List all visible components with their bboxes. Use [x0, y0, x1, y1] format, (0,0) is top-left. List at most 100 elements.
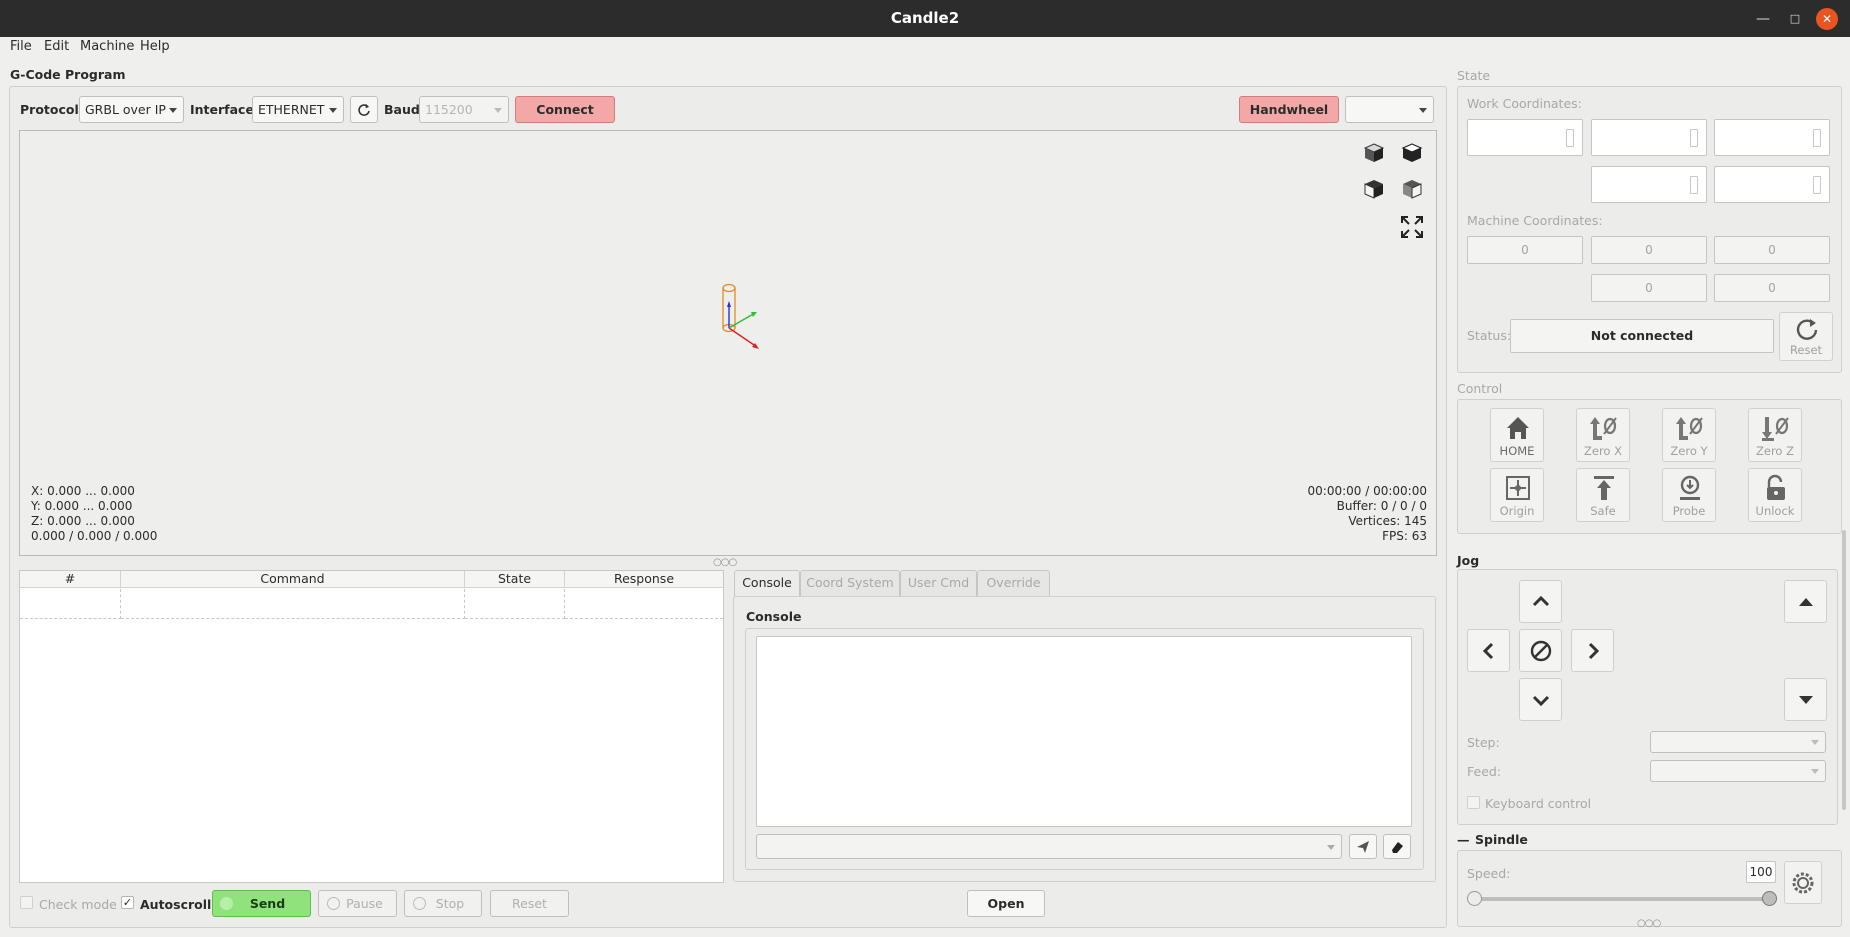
- tab-console[interactable]: Console: [734, 570, 800, 597]
- jog-z-plus-button[interactable]: [1784, 580, 1827, 623]
- origin-button[interactable]: Origin: [1490, 468, 1544, 522]
- unlock-icon: [1767, 474, 1785, 500]
- fit-view-icon[interactable]: [1398, 213, 1426, 241]
- chevron-up-icon: [1532, 595, 1550, 607]
- interface-label: Interface:: [190, 102, 259, 117]
- send-command-button[interactable]: [1349, 834, 1377, 859]
- size-text: 0.000 / 0.000 / 0.000: [31, 529, 158, 543]
- jog-stop-button[interactable]: [1519, 629, 1562, 672]
- spindle-collapse-icon[interactable]: —: [1457, 832, 1470, 847]
- zero-x-icon: [1590, 417, 1617, 440]
- column-header-state[interactable]: State: [465, 571, 565, 588]
- jog-y-minus-button[interactable]: [1519, 678, 1562, 721]
- chevron-down-icon: [1811, 769, 1819, 774]
- clear-console-button[interactable]: [1383, 834, 1411, 859]
- baud-select[interactable]: 115200: [419, 96, 509, 123]
- panel-splitter-handle[interactable]: ○○○: [1637, 918, 1661, 929]
- viewport-info-left: X: 0.000 ... 0.000 Y: 0.000 ... 0.000 Z:…: [31, 484, 157, 544]
- protocol-select[interactable]: GRBL over IP: [79, 96, 184, 123]
- splitter-handle[interactable]: ○○○: [713, 557, 737, 568]
- status-label: Status:: [1467, 328, 1512, 343]
- menu-edit[interactable]: Edit: [44, 39, 69, 54]
- y-range-text: Y: 0.000 ... 0.000: [31, 499, 133, 513]
- zero-y-button[interactable]: Zero Y: [1662, 408, 1716, 462]
- minimize-icon[interactable]: —: [1752, 8, 1774, 30]
- table-cell[interactable]: [565, 589, 723, 619]
- reset-program-button[interactable]: Reset: [490, 890, 569, 917]
- reset-button[interactable]: Reset: [1779, 312, 1833, 361]
- stop-button[interactable]: Stop: [404, 890, 482, 917]
- work-x-display: [1467, 119, 1583, 156]
- gcode-3d-viewport[interactable]: X: 0.000 ... 0.000 Y: 0.000 ... 0.000 Z:…: [19, 130, 1437, 556]
- pause-button[interactable]: Pause: [318, 890, 397, 917]
- spindle-speed-slider[interactable]: [1474, 897, 1770, 901]
- lcd-digit-icon: [1690, 129, 1698, 147]
- machine-a-display: 0: [1591, 274, 1707, 302]
- menu-file[interactable]: File: [10, 39, 32, 54]
- jog-x-plus-button[interactable]: [1571, 629, 1614, 672]
- unlock-button[interactable]: Unlock: [1748, 468, 1802, 522]
- right-panel-scrollbar[interactable]: [1842, 530, 1846, 810]
- feed-select[interactable]: [1650, 760, 1826, 782]
- column-header-number[interactable]: #: [20, 571, 121, 588]
- handwheel-select[interactable]: [1345, 96, 1434, 123]
- zero-z-button[interactable]: Zero Z: [1748, 408, 1802, 462]
- work-a-display: [1591, 166, 1707, 203]
- menu-machine[interactable]: Machine: [80, 39, 134, 54]
- chevron-right-icon: [1588, 642, 1600, 660]
- program-table[interactable]: # Command State Response: [19, 570, 724, 883]
- home-icon: [1507, 417, 1529, 439]
- connect-button[interactable]: Connect: [515, 96, 615, 123]
- keyboard-control-checkbox[interactable]: [1467, 796, 1480, 809]
- lcd-digit-icon: [1813, 129, 1821, 147]
- slider-min-handle[interactable]: [1467, 891, 1482, 906]
- stop-button-label: Stop: [435, 896, 465, 911]
- jog-z-minus-button[interactable]: [1784, 678, 1827, 721]
- table-cell[interactable]: [465, 589, 565, 619]
- probe-button[interactable]: Probe: [1662, 468, 1716, 522]
- autoscroll-checkbox[interactable]: ✓: [121, 896, 134, 909]
- chevron-down-icon: [1811, 740, 1819, 745]
- jog-x-minus-button[interactable]: [1467, 629, 1510, 672]
- zero-x-button[interactable]: Zero X: [1576, 408, 1630, 462]
- work-z-display: [1714, 119, 1830, 156]
- handwheel-button[interactable]: Handwheel: [1239, 96, 1339, 123]
- tab-override[interactable]: Override: [977, 570, 1050, 596]
- slider-max-handle[interactable]: [1762, 891, 1777, 906]
- zero-y-button-label: Zero Y: [1670, 444, 1708, 458]
- lcd-digit-icon: [1690, 176, 1698, 194]
- x-range-text: X: 0.000 ... 0.000: [31, 484, 135, 498]
- chevron-down-icon: [494, 108, 502, 113]
- view-left-icon[interactable]: [1398, 175, 1426, 203]
- menu-help[interactable]: Help: [140, 39, 170, 54]
- protocol-label: Protocol:: [20, 102, 84, 117]
- tab-user-cmd[interactable]: User Cmd: [900, 570, 977, 596]
- safe-button[interactable]: Safe: [1576, 468, 1630, 522]
- stop-circle-icon: [1530, 640, 1552, 662]
- column-header-command[interactable]: Command: [121, 571, 465, 588]
- jog-y-plus-button[interactable]: [1519, 580, 1562, 623]
- console-output[interactable]: [756, 636, 1412, 827]
- refresh-button[interactable]: [350, 96, 378, 123]
- column-header-response[interactable]: Response: [565, 571, 723, 588]
- send-button[interactable]: Send: [212, 890, 311, 917]
- view-iso-icon[interactable]: [1360, 139, 1388, 167]
- close-icon[interactable]: ✕: [1816, 8, 1838, 30]
- lcd-digit-icon: [1813, 176, 1821, 194]
- table-cell[interactable]: [20, 589, 121, 619]
- spindle-toggle-button[interactable]: [1784, 861, 1822, 904]
- maximize-icon[interactable]: □: [1784, 8, 1806, 30]
- view-top-icon[interactable]: [1398, 139, 1426, 167]
- table-cell[interactable]: [121, 589, 465, 619]
- protocol-value: GRBL over IP: [85, 102, 166, 117]
- view-front-icon[interactable]: [1360, 175, 1388, 203]
- eraser-icon: [1392, 842, 1403, 853]
- interface-select[interactable]: ETHERNET: [252, 96, 344, 123]
- home-button[interactable]: HOME: [1490, 408, 1544, 462]
- tab-coord-system[interactable]: Coord System: [800, 570, 900, 596]
- check-mode-checkbox[interactable]: [20, 896, 33, 909]
- step-select[interactable]: [1650, 731, 1826, 753]
- chevron-left-icon: [1482, 642, 1494, 660]
- console-command-input[interactable]: [756, 834, 1342, 859]
- open-button[interactable]: Open: [967, 890, 1045, 917]
